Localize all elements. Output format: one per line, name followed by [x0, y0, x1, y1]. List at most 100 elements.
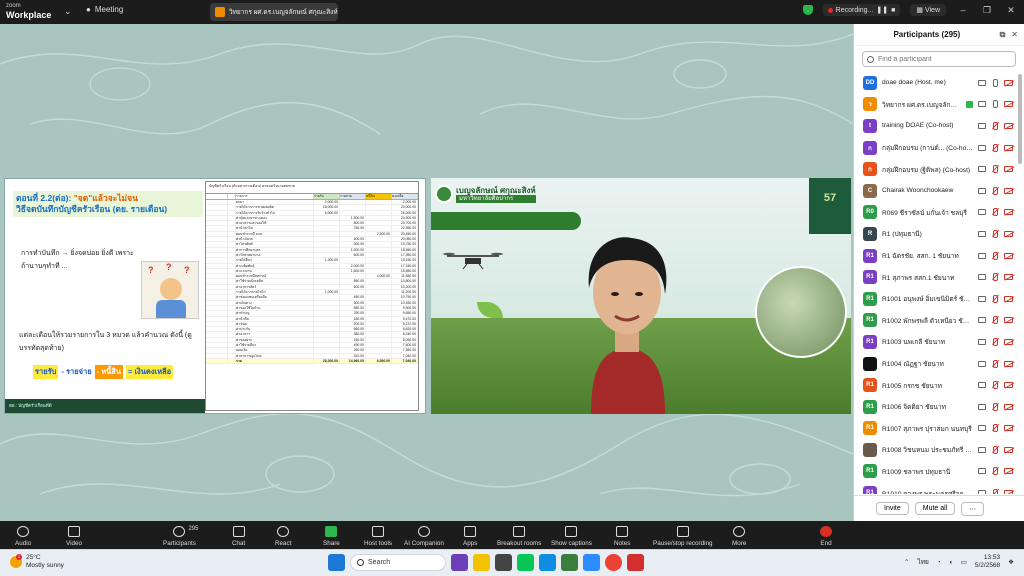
wifi-icon[interactable]: ◔	[937, 559, 941, 566]
copilot-icon[interactable]: ❖	[1008, 558, 1014, 566]
participant-row[interactable]: R1 R1006 จิตติยา ชัยนาท	[854, 396, 1018, 418]
show-captions-button[interactable]: Show captions	[551, 521, 592, 549]
line-icon[interactable]	[517, 554, 534, 571]
microphone-status-icon[interactable]	[991, 100, 999, 109]
edge-icon[interactable]	[539, 554, 556, 571]
microphone-status-icon[interactable]	[991, 78, 999, 87]
participant-row[interactable]: DD doae doae (Host, me)	[854, 72, 1018, 94]
pdf-reader-icon[interactable]	[627, 554, 644, 571]
participant-row[interactable]: ก กลุ่มฝึกอบรม (กานต์... (Co-host)	[854, 137, 1018, 159]
microphone-status-icon[interactable]	[991, 294, 999, 303]
participant-row[interactable]: R R1 (ปทุมธานี)	[854, 223, 1018, 245]
microphone-status-icon[interactable]	[991, 121, 999, 130]
chat-button[interactable]: Chat	[232, 521, 245, 549]
microphone-status-icon[interactable]	[991, 467, 999, 476]
file-explorer-icon[interactable]	[473, 554, 490, 571]
participant-row[interactable]: R1 R1003 นพเกลี ชัยนาท	[854, 331, 1018, 353]
popout-icon[interactable]: ⧉	[1000, 30, 1006, 40]
more-dots-icon	[733, 526, 746, 537]
minimize-icon[interactable]: –	[956, 5, 970, 15]
taskbar-search[interactable]: Search	[350, 554, 446, 571]
audio-button[interactable]: Audio	[15, 521, 31, 549]
ai-companion-button[interactable]: AI Companion	[404, 521, 444, 549]
notes-button[interactable]: Notes	[614, 521, 630, 549]
microphone-status-icon[interactable]	[991, 143, 999, 152]
battery-icon[interactable]: ▭	[961, 558, 967, 566]
chrome-icon[interactable]	[605, 554, 622, 571]
participant-row[interactable]: t training DOAE (Co-host)	[854, 115, 1018, 137]
more-options-button[interactable]: ⋯	[961, 501, 985, 516]
speaker-video[interactable]: เบญจลักษณ์ ศกุณะสิงห์ มหาวิทยาลัยศิลปากร…	[431, 178, 851, 414]
microphone-icon	[17, 526, 30, 537]
end-button[interactable]: End	[820, 521, 832, 549]
pause-stop-recording-button[interactable]: Pause/stop recording	[653, 521, 713, 549]
microphone-status-icon[interactable]	[991, 402, 999, 411]
app-icon[interactable]	[561, 554, 578, 571]
participant-row[interactable]: R1 R1 สุภาพร สสก.1 ชัยนาท	[854, 266, 1018, 288]
microphone-status-icon[interactable]	[991, 186, 999, 195]
participant-name: R1 (ปทุมธานี)	[882, 231, 922, 239]
microphone-status-icon[interactable]	[991, 273, 999, 282]
microphone-status-icon[interactable]	[991, 445, 999, 454]
microphone-status-icon[interactable]	[991, 381, 999, 390]
participant-row[interactable]: ว วิทยากร ผศ.ดร.เบญจลักษณ์ ศก...	[854, 94, 1018, 116]
participants-panel: Participants (295) ⧉ ✕ DD doae doae (Host…	[853, 24, 1024, 521]
apps-button[interactable]: Apps	[463, 521, 477, 549]
participant-row[interactable]: ก กลุ่มฝึกอบรม (ฐิติพล) (Co-host)	[854, 158, 1018, 180]
participant-row[interactable]: R1004 ณัฏฐา ชัยนาท	[854, 353, 1018, 375]
microphone-status-icon[interactable]	[991, 337, 999, 346]
microphone-status-icon[interactable]	[991, 424, 999, 433]
close-icon[interactable]: ✕	[1004, 5, 1018, 16]
microphone-status-icon[interactable]	[991, 229, 999, 238]
participant-row[interactable]: C Chairak Woonchookaew	[854, 180, 1018, 202]
zoom-icon[interactable]	[583, 554, 600, 571]
search-input[interactable]	[878, 55, 998, 63]
chevron-down-icon[interactable]: ⌄	[64, 6, 72, 17]
invite-button[interactable]: Invite	[876, 502, 909, 515]
host-tools-button[interactable]: Host tools	[364, 521, 392, 549]
microphone-status-icon[interactable]	[991, 208, 999, 217]
close-panel-icon[interactable]: ✕	[1011, 30, 1018, 39]
teams-icon[interactable]	[451, 554, 468, 571]
microphone-status-icon[interactable]	[991, 359, 999, 368]
language-indicator[interactable]: ไทย	[917, 557, 928, 567]
participant-scrollbar[interactable]	[1018, 74, 1022, 164]
microphone-status-icon[interactable]	[991, 165, 999, 174]
mute-all-button[interactable]: Mute all	[914, 502, 956, 515]
meeting-tab[interactable]: ● Meeting	[86, 5, 123, 14]
volume-icon[interactable]: ◖	[949, 559, 953, 566]
share-button[interactable]: Share	[323, 521, 340, 549]
security-shield-icon[interactable]	[802, 5, 813, 15]
participant-row[interactable]: R1 R1002 พักพรพลี ตัวเหนียว ชัยนาท	[854, 310, 1018, 332]
shield-icon	[372, 526, 384, 537]
chevron-up-icon[interactable]: ⌃	[904, 558, 909, 566]
weather-widget[interactable]: 2 25°C Mostly sunny	[10, 554, 64, 570]
video-button[interactable]: Video	[66, 521, 82, 549]
breakout-rooms-button[interactable]: Breakout rooms	[497, 521, 541, 549]
participants-button[interactable]: 295 Participants	[163, 521, 198, 549]
more-button[interactable]: More	[732, 521, 746, 549]
participant-row[interactable]: R1 R1005 กรกช ชัยนาท	[854, 374, 1018, 396]
participant-row[interactable]: R1 R1007 สุภาพร ปุราสมก นนทบุรี	[854, 418, 1018, 440]
stop-icon[interactable]: ■	[891, 7, 895, 14]
microphone-status-icon[interactable]	[991, 489, 999, 494]
clock[interactable]: 13:53 5/2/2568	[975, 554, 1000, 570]
participant-row[interactable]: R1 R1010 ดวงพร พระนครศรีอยุธยา	[854, 482, 1018, 494]
participant-row[interactable]: R1 R1 ฉัตรชัย. สสก. 1 ชัยนาท	[854, 245, 1018, 267]
windows-start-icon[interactable]	[328, 554, 345, 571]
participant-row[interactable]: R1 R1001 อนุพงษ์ อิ่มเขนิมิตร์ ชัยนาท	[854, 288, 1018, 310]
dell-icon[interactable]	[495, 554, 512, 571]
view-button[interactable]: ▦ View	[910, 4, 946, 16]
participant-row[interactable]: R1008 วิชนหนม ประชมภัทรี (นนทบุรี)	[854, 439, 1018, 461]
camera-off-icon	[1004, 122, 1013, 129]
participant-row[interactable]: R0 R069 ชีราซัลน์ มกั่นเจ้า ชลบุรี	[854, 202, 1018, 224]
pause-icon[interactable]: ❚❚	[876, 6, 888, 14]
react-button[interactable]: React	[275, 521, 291, 549]
restore-icon[interactable]: ❐	[980, 5, 994, 16]
participant-search[interactable]	[862, 51, 1016, 67]
active-speaker-pill[interactable]: วิทยากร ผศ.ดร.เบญจลักษณ์ ศกุณะสิงห์ ⋯	[210, 3, 338, 21]
participant-row[interactable]: R1 R1009 ชลาพร ปทุมธานี	[854, 461, 1018, 483]
recording-indicator[interactable]: Recording... ❚❚ ■	[822, 4, 901, 16]
microphone-status-icon[interactable]	[991, 316, 999, 325]
microphone-status-icon[interactable]	[991, 251, 999, 260]
